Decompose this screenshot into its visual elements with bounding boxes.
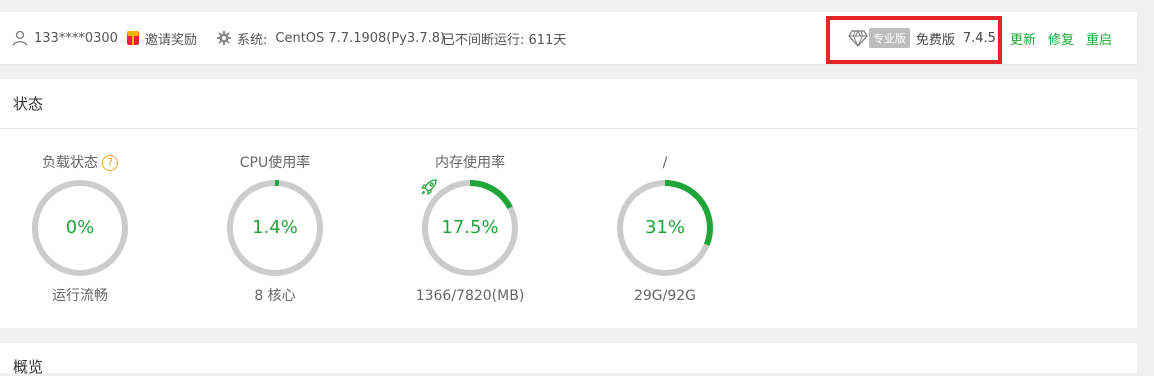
username: 133****0300 xyxy=(34,30,118,46)
diamond-icon xyxy=(848,29,868,47)
memory-ring[interactable]: 17.5% xyxy=(420,178,520,278)
pro-edition-badge[interactable]: 专业版 xyxy=(848,28,910,48)
invite-label: 邀请奖励 xyxy=(145,32,198,48)
overview-panel: 概览 xyxy=(0,343,1137,376)
load-sub: 运行流畅 xyxy=(52,288,108,304)
user-info[interactable]: 133****0300 xyxy=(12,12,118,64)
system-label: 系统: xyxy=(237,32,268,48)
status-panel-title: 状态 xyxy=(0,79,1137,129)
memory-gauge-title: 内存使用率 xyxy=(435,155,505,171)
disk-gauge: / 31% 29G/92G xyxy=(595,148,735,306)
help-icon[interactable]: ? xyxy=(102,155,118,171)
cpu-gauge: CPU使用率 1.4% 8 核心 xyxy=(205,148,345,306)
load-ring[interactable]: 0% xyxy=(30,178,130,278)
memory-sub: 1366/7820(MB) xyxy=(415,288,525,304)
pro-tag: 专业版 xyxy=(868,28,910,48)
invite-reward-link[interactable]: 邀请奖励 xyxy=(127,12,197,64)
load-title-text: 负载状态 xyxy=(42,155,98,171)
user-icon xyxy=(12,30,28,46)
load-gauge-title: 负载状态 ? xyxy=(10,148,150,178)
load-value: 0% xyxy=(65,217,95,238)
system-value: CentOS 7.7.1908(Py3.7.8) xyxy=(275,30,446,46)
uptime-text: 已不间断运行: 611天 xyxy=(442,32,567,48)
overview-panel-title: 概览 xyxy=(13,358,44,376)
gift-icon xyxy=(127,31,139,45)
top-header-bar: 133****0300 邀请奖励 系统: CentOS 7.7.1908(Py3… xyxy=(0,12,1137,64)
disk-sub: 29G/92G xyxy=(633,288,697,304)
memory-gauge: 内存使用率 17.5% 1366/7820(MB) xyxy=(400,148,540,306)
edition-label: 免费版 xyxy=(915,32,955,48)
restart-link[interactable]: 重启 xyxy=(1086,29,1112,48)
load-gauge: 负载状态 ? 0% 运行流畅 xyxy=(10,148,150,306)
disk-ring[interactable]: 31% xyxy=(615,178,715,278)
status-panel: 状态 负载状态 ? 0% 运行流畅 CPU使用率 1.4% 8 核心 内存使用率 xyxy=(0,79,1137,328)
disk-value: 31% xyxy=(644,217,685,238)
repair-link[interactable]: 修复 xyxy=(1048,29,1074,48)
system-info: 系统: CentOS 7.7.1908(Py3.7.8) xyxy=(217,12,445,64)
memory-value: 17.5% xyxy=(441,217,499,238)
version-group: 专业版 免费版 7.4.5 更新 修复 重启 xyxy=(848,12,1112,64)
gear-icon xyxy=(217,31,231,45)
cpu-sub: 8 核心 xyxy=(254,288,296,304)
cpu-value: 1.4% xyxy=(252,217,298,238)
update-link[interactable]: 更新 xyxy=(1010,29,1036,48)
disk-gauge-title: / xyxy=(662,155,668,171)
cpu-ring[interactable]: 1.4% xyxy=(225,178,325,278)
version-number: 7.4.5 xyxy=(962,30,996,46)
cpu-gauge-title: CPU使用率 xyxy=(239,155,311,171)
